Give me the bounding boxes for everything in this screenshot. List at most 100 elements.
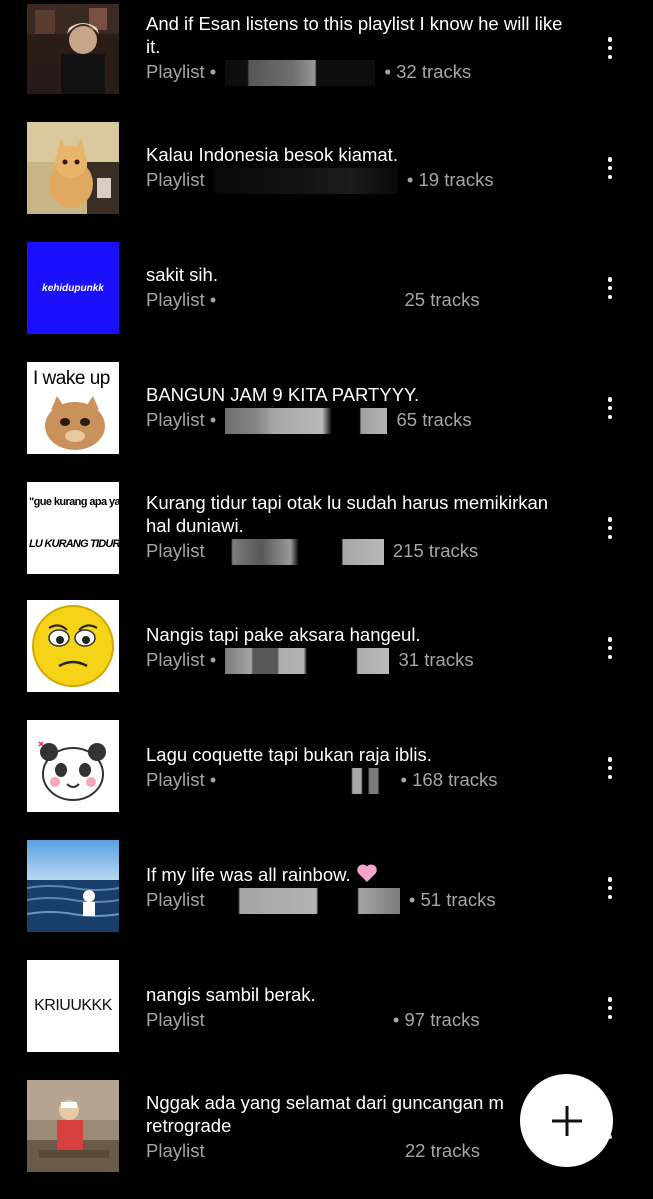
- thumbnail-text: LU KURANG TIDUR: [29, 538, 119, 550]
- thumbnail-text: "gue kurang apa ya?": [29, 496, 119, 508]
- playlist-title: Nangis tapi pake aksara hangeul.: [146, 624, 421, 645]
- plus-icon: [551, 1105, 582, 1136]
- playlist-subtitle: Playlist • 19 tracks: [146, 168, 576, 195]
- more-vert-icon[interactable]: [598, 396, 622, 420]
- thumbnail-text: I wake up: [33, 368, 110, 389]
- playlist-item[interactable]: And if Esan listens to this playlist I k…: [0, 0, 653, 100]
- blurred-owner: [225, 648, 390, 675]
- playlist-item[interactable]: If my life was all rainbow. Playlist • 5…: [0, 840, 653, 940]
- separator-dot: •: [209, 409, 217, 430]
- playlist-item[interactable]: Lagu coquette tapi bukan raja iblis. Pla…: [0, 720, 653, 820]
- track-count: 25 tracks: [404, 289, 480, 310]
- playlist-text: BANGUN JAM 9 KITA PARTYYY. Playlist • 65…: [146, 383, 576, 435]
- playlist-type: Playlist: [146, 649, 205, 670]
- playlist-title: Nggak ada yang selamat dari guncangan m …: [146, 1092, 504, 1136]
- playlist-title: nangis sambil berak.: [146, 984, 316, 1005]
- playlist-type: Playlist: [146, 289, 205, 310]
- add-playlist-button[interactable]: [520, 1074, 613, 1167]
- playlist-subtitle: Playlist • 25 tracks: [146, 288, 576, 315]
- playlist-subtitle: Playlist • • 32 tracks: [146, 60, 576, 87]
- blurred-owner: [213, 888, 400, 915]
- playlist-text: Kurang tidur tapi otak lu sudah harus me…: [146, 491, 576, 566]
- playlist-thumbnail: KRIUUKKK: [27, 960, 119, 1052]
- playlist-text: Nangis tapi pake aksara hangeul. Playlis…: [146, 623, 576, 675]
- more-vert-icon[interactable]: [598, 36, 622, 60]
- playlist-thumbnail: [27, 600, 119, 692]
- playlist-subtitle: Playlist • 65 tracks: [146, 408, 576, 435]
- blurred-owner: [225, 288, 396, 315]
- playlist-subtitle: Playlist 215 tracks: [146, 539, 576, 566]
- blurred-owner: [225, 408, 388, 435]
- more-vert-icon[interactable]: [598, 756, 622, 780]
- track-count: 168 tracks: [412, 769, 498, 790]
- more-vert-icon[interactable]: [598, 876, 622, 900]
- playlist-text: If my life was all rainbow. Playlist • 5…: [146, 863, 576, 915]
- playlist-subtitle: Playlist • 51 tracks: [146, 888, 576, 915]
- separator-dot: •: [406, 169, 414, 190]
- playlist-text: And if Esan listens to this playlist I k…: [146, 12, 576, 87]
- separator-dot: •: [209, 289, 217, 310]
- playlist-type: Playlist: [146, 169, 205, 190]
- playlist-type: Playlist: [146, 1009, 205, 1030]
- blurred-owner: [225, 60, 376, 87]
- playlist-subtitle: Playlist 22 tracks: [146, 1139, 546, 1166]
- separator-dot: •: [209, 769, 217, 790]
- playlist-item[interactable]: kehidupunkk sakit sih. Playlist • 25 tra…: [0, 240, 653, 340]
- playlist-title: Lagu coquette tapi bukan raja iblis.: [146, 744, 432, 765]
- playlist-type: Playlist: [146, 540, 205, 561]
- more-vert-icon[interactable]: [598, 156, 622, 180]
- playlist-item[interactable]: KRIUUKKK nangis sambil berak. Playlist •…: [0, 960, 653, 1060]
- track-count: 65 tracks: [396, 409, 472, 430]
- playlist-type: Playlist: [146, 61, 205, 82]
- track-count: 22 tracks: [404, 1140, 480, 1161]
- track-count: 19 tracks: [418, 169, 494, 190]
- separator-dot: •: [400, 769, 407, 790]
- separator-dot: •: [384, 61, 391, 82]
- more-vert-icon[interactable]: [598, 516, 622, 540]
- separator-dot: •: [392, 1009, 400, 1030]
- playlist-item[interactable]: I wake up BANGUN JAM 9 KITA PARTYYY. Pla…: [0, 360, 653, 460]
- playlist-text: Nggak ada yang selamat dari guncangan m …: [146, 1091, 546, 1166]
- playlist-text: sakit sih. Playlist • 25 tracks: [146, 263, 576, 315]
- blurred-owner: [225, 768, 392, 795]
- playlist-item[interactable]: Nangis tapi pake aksara hangeul. Playlis…: [0, 600, 653, 700]
- playlist-title: BANGUN JAM 9 KITA PARTYYY.: [146, 384, 420, 405]
- playlist-subtitle: Playlist • 97 tracks: [146, 1008, 576, 1035]
- playlist-thumbnail: I wake up: [27, 362, 119, 454]
- thumbnail-text: kehidupunkk: [42, 282, 104, 294]
- playlist-thumbnail: "gue kurang apa ya?" LU KURANG TIDUR: [27, 482, 119, 574]
- separator-dot: •: [209, 61, 217, 82]
- playlist-type: Playlist: [146, 409, 205, 430]
- pink-heart-icon: [356, 864, 377, 882]
- playlist-thumbnail: [27, 840, 119, 932]
- playlist-text: Lagu coquette tapi bukan raja iblis. Pla…: [146, 743, 576, 795]
- separator-dot: •: [209, 649, 217, 670]
- playlist-title: Kalau Indonesia besok kiamat.: [146, 144, 398, 165]
- blurred-owner: [213, 168, 398, 195]
- track-count: 32 tracks: [396, 61, 472, 82]
- playlist-thumbnail: [27, 122, 119, 214]
- more-vert-icon[interactable]: [598, 276, 622, 300]
- track-count: 51 tracks: [420, 889, 496, 910]
- playlist-thumbnail: [27, 4, 119, 94]
- playlist-title: If my life was all rainbow.: [146, 863, 576, 886]
- blurred-owner: [213, 1139, 396, 1166]
- playlist-thumbnail: [27, 1080, 119, 1172]
- playlist-item[interactable]: Kalau Indonesia besok kiamat. Playlist •…: [0, 120, 653, 220]
- more-vert-icon[interactable]: [598, 636, 622, 660]
- blurred-owner: [213, 1008, 384, 1035]
- playlist-item[interactable]: "gue kurang apa ya?" LU KURANG TIDUR Kur…: [0, 480, 653, 580]
- playlist-type: Playlist: [146, 769, 205, 790]
- playlist-text: nangis sambil berak. Playlist • 97 track…: [146, 983, 576, 1035]
- track-count: 215 tracks: [392, 540, 479, 561]
- separator-dot: •: [408, 889, 416, 910]
- playlist-title: Kurang tidur tapi otak lu sudah harus me…: [146, 492, 549, 536]
- playlist-thumbnail: kehidupunkk: [27, 242, 119, 334]
- playlist-subtitle: Playlist • 31 tracks: [146, 648, 576, 675]
- playlist-type: Playlist: [146, 1140, 205, 1161]
- playlist-type: Playlist: [146, 889, 205, 910]
- playlist-thumbnail: [27, 720, 119, 812]
- playlist-title: sakit sih.: [146, 264, 218, 285]
- thumbnail-text: KRIUUKKK: [34, 997, 112, 1014]
- more-vert-icon[interactable]: [598, 996, 622, 1020]
